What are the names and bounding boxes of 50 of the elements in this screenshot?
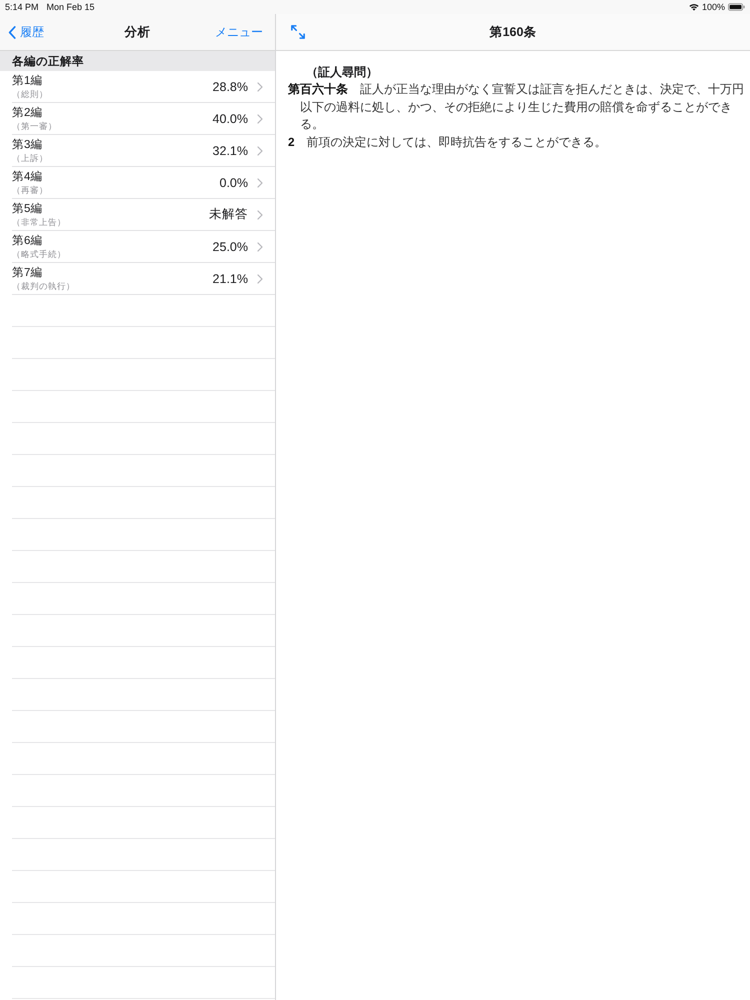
chevron-right-icon bbox=[257, 114, 263, 124]
row-subtitle: （上訴） bbox=[12, 152, 48, 164]
list-row[interactable]: 第7編 （裁判の執行） 21.1% bbox=[12, 263, 275, 295]
row-subtitle: （非常上告） bbox=[12, 216, 66, 228]
row-value: 未解答 bbox=[209, 206, 248, 223]
row-subtitle: （略式手続） bbox=[12, 248, 66, 260]
row-value: 25.0% bbox=[212, 240, 248, 254]
row-title: 第4編 bbox=[12, 170, 42, 184]
row-subtitle: （再審） bbox=[12, 184, 48, 196]
row-subtitle: （総則） bbox=[12, 88, 48, 100]
battery-percentage: 100% bbox=[702, 2, 725, 12]
row-value: 40.0% bbox=[212, 112, 248, 126]
list-row[interactable]: 第5編 （非常上告） 未解答 bbox=[12, 199, 275, 231]
row-title: 第2編 bbox=[12, 106, 42, 120]
chevron-right-icon bbox=[257, 178, 263, 188]
row-value: 0.0% bbox=[220, 176, 248, 190]
chevron-right-icon bbox=[257, 146, 263, 156]
status-time: 5:14 PM bbox=[5, 2, 39, 12]
list-row[interactable]: 第3編 （上訴） 32.1% bbox=[12, 135, 275, 167]
chevron-right-icon bbox=[257, 210, 263, 220]
row-value: 28.8% bbox=[212, 80, 248, 94]
row-value: 32.1% bbox=[212, 144, 248, 158]
battery-icon bbox=[728, 3, 745, 11]
chevron-right-icon bbox=[257, 82, 263, 92]
expand-icon[interactable] bbox=[291, 25, 305, 39]
status-date: Mon Feb 15 bbox=[46, 2, 95, 12]
list-row[interactable]: 第1編 （総則） 28.8% bbox=[12, 71, 275, 103]
chevron-left-icon bbox=[8, 26, 16, 38]
row-title: 第1編 bbox=[12, 74, 42, 88]
row-value: 21.1% bbox=[212, 272, 248, 286]
navigation-title: 第160条 bbox=[490, 24, 536, 40]
row-title: 第7編 bbox=[12, 266, 42, 280]
section-header: 各編の正解率 bbox=[0, 51, 275, 71]
list-row[interactable]: 第6編 （略式手続） 25.0% bbox=[12, 231, 275, 263]
list-row[interactable]: 第2編 （第一審） 40.0% bbox=[12, 103, 275, 135]
row-subtitle: （第一審） bbox=[12, 120, 57, 132]
article-paragraph: 2 前項の決定に対しては、即時抗告をすることができる。 bbox=[288, 134, 608, 150]
back-button[interactable]: 履歴 bbox=[6, 22, 46, 42]
wifi-icon bbox=[688, 3, 699, 11]
row-title: 第3編 bbox=[12, 138, 42, 152]
menu-button[interactable]: メニュー bbox=[213, 22, 265, 42]
article-heading: （証人尋問） bbox=[305, 64, 379, 81]
navigation-title: 分析 bbox=[124, 24, 150, 40]
row-title: 第6編 bbox=[12, 234, 42, 248]
list-row[interactable]: 第4編 （再審） 0.0% bbox=[12, 167, 275, 199]
chevron-right-icon bbox=[257, 242, 263, 252]
article-paragraph: 第百六十条 証人が正当な理由がなく宣誓又は証言を拒んだときは、決定で、十万円以下の過料に処し、かつ、その拒絶により生じた費用の賠償を命ずることができる。 bbox=[288, 81, 744, 133]
row-title: 第5編 bbox=[12, 202, 42, 216]
row-subtitle: （裁判の執行） bbox=[12, 280, 75, 292]
chevron-right-icon bbox=[257, 274, 263, 284]
